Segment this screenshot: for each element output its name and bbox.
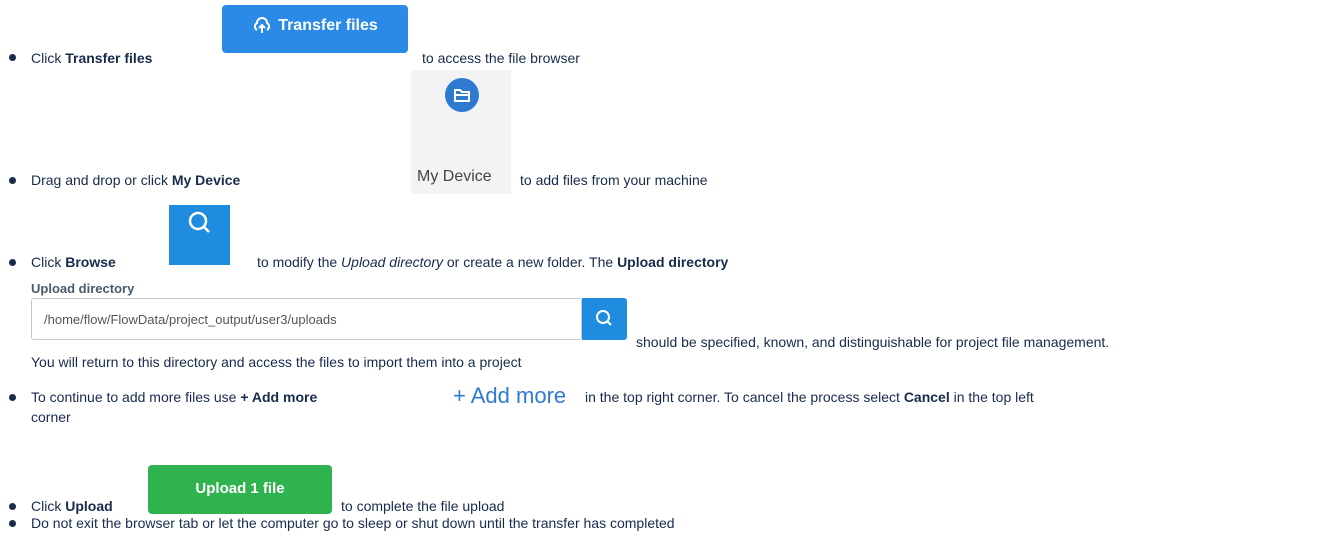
upload-directory-search-button[interactable]: [582, 298, 627, 340]
search-icon: [596, 310, 612, 326]
step-3-italic: Upload directory: [341, 254, 443, 270]
step-5-bold: Upload: [65, 498, 113, 514]
my-device-tile[interactable]: My Device: [411, 70, 511, 194]
browse-button[interactable]: [169, 205, 230, 265]
step-1-after: to access the file browser: [422, 50, 580, 66]
step-2-text: Drag and drop or click My Device: [31, 172, 241, 188]
step-4-line-2: corner: [31, 409, 71, 425]
step-4-bold-2: Cancel: [903, 389, 950, 405]
step-1-text: Click Transfer files: [31, 50, 153, 66]
step-4-bold: + Add more: [240, 389, 318, 405]
step-4-text: To continue to add more files use + Add …: [31, 389, 318, 405]
step-3-after: should be specified, known, and distingu…: [636, 334, 1110, 350]
my-device-label: My Device: [417, 168, 492, 185]
step-5-text: Click Upload: [31, 498, 113, 514]
step-3-bold: Browse: [65, 254, 116, 270]
add-more-button[interactable]: + Add more: [453, 385, 566, 407]
step-5-after: to complete the file upload: [341, 498, 505, 514]
step-1-bold: Transfer files: [65, 50, 153, 66]
upload-button-label: Upload 1 file: [195, 480, 285, 497]
folder-icon: [445, 78, 479, 112]
step-4-continued: in the top right corner. To cancel the p…: [585, 389, 1034, 405]
bullet: [9, 503, 16, 510]
bullet: [9, 177, 16, 184]
bullet: [9, 520, 16, 527]
step-3-line-2: You will return to this directory and ac…: [31, 354, 522, 370]
step-3-text: Click Browse: [31, 254, 116, 270]
bullet: [9, 259, 16, 266]
upload-directory-label: Upload directory: [31, 281, 135, 296]
upload-directory-field[interactable]: /home/flow/FlowData/project_output/user3…: [31, 298, 582, 340]
transfer-files-label: Transfer files: [278, 17, 378, 34]
bullet: [9, 54, 16, 61]
search-icon: [188, 211, 210, 233]
step-3-bold-2: Upload directory: [617, 254, 729, 270]
step-6-text: Do not exit the browser tab or let the c…: [31, 515, 675, 531]
bullet: [9, 394, 16, 401]
step-2-after: to add files from your machine: [520, 172, 708, 188]
upload-button[interactable]: Upload 1 file: [148, 465, 332, 514]
step-3-continued: to modify the Upload directory or create…: [257, 254, 729, 270]
cloud-upload-icon: [254, 17, 271, 33]
transfer-files-button[interactable]: Transfer files: [222, 5, 408, 53]
upload-directory-value: /home/flow/FlowData/project_output/user3…: [44, 312, 337, 327]
step-2-bold: My Device: [171, 172, 241, 188]
